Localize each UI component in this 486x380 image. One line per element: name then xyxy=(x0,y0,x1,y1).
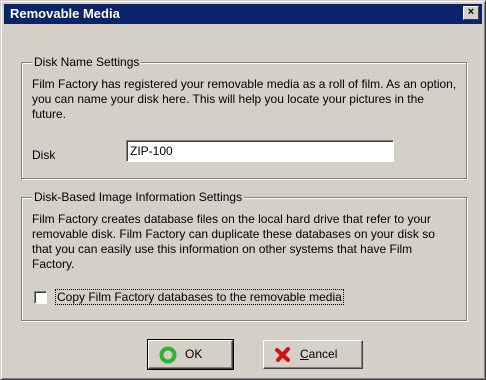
cancel-button[interactable]: Cancel xyxy=(263,340,363,369)
red-x-icon xyxy=(275,347,290,362)
image-info-settings-legend: Disk-Based Image Information Settings xyxy=(32,190,245,204)
disk-name-settings-legend: Disk Name Settings xyxy=(32,55,142,69)
copy-databases-label[interactable]: Copy Film Factory databases to the remov… xyxy=(55,289,344,305)
removable-media-dialog: Removable Media × Disk Name Settings Fil… xyxy=(0,0,486,380)
close-icon: × xyxy=(467,6,475,18)
title-bar: Removable Media × xyxy=(4,4,482,24)
disk-label: Disk xyxy=(32,148,56,162)
disk-name-description: Film Factory has registered your removab… xyxy=(32,77,457,121)
cancel-button-label: Cancel xyxy=(300,347,338,361)
image-info-settings-group: Disk-Based Image Information Settings Fi… xyxy=(21,190,467,321)
dialog-title: Removable Media xyxy=(10,6,120,21)
green-circle-icon xyxy=(159,346,177,364)
disk-name-settings-group: Disk Name Settings Film Factory has regi… xyxy=(21,55,467,179)
ok-button[interactable]: OK xyxy=(147,339,234,370)
close-button[interactable]: × xyxy=(463,6,479,20)
image-info-description: Film Factory creates database files on t… xyxy=(32,212,435,271)
copy-databases-checkbox[interactable] xyxy=(34,291,47,304)
disk-name-input[interactable] xyxy=(126,140,394,162)
ok-button-label: OK xyxy=(185,347,203,361)
